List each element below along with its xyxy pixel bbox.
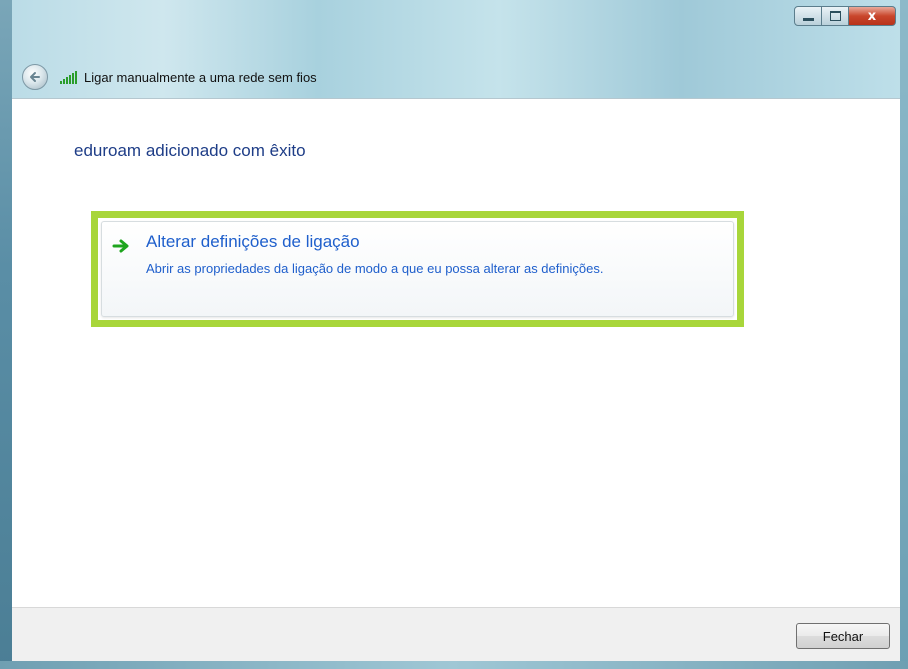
close-button[interactable]: Fechar <box>796 623 890 649</box>
change-connection-settings-option[interactable]: Alterar definições de ligação Abrir as p… <box>101 221 734 317</box>
option-highlight-frame: Alterar definições de ligação Abrir as p… <box>91 211 744 327</box>
maximize-button[interactable] <box>822 6 849 26</box>
close-icon: x <box>867 8 877 24</box>
window-title: Ligar manualmente a uma rede sem fios <box>84 69 317 85</box>
option-description: Abrir as propriedades da ligação de modo… <box>146 261 604 276</box>
navigation-bar: Ligar manualmente a uma rede sem fios <box>12 60 900 94</box>
wireless-signal-icon <box>60 70 78 84</box>
minimize-button[interactable] <box>794 6 822 26</box>
maximize-icon <box>829 11 841 21</box>
close-window-button[interactable]: x <box>849 6 896 26</box>
window-frame-bottom <box>0 661 908 669</box>
window-frame-right <box>900 0 908 669</box>
window-frame-left <box>0 0 12 669</box>
green-arrow-icon <box>112 239 129 253</box>
main-content: eduroam adicionado com êxito Alterar def… <box>12 98 900 608</box>
page-heading: eduroam adicionado com êxito <box>74 141 306 160</box>
window-controls: x <box>794 6 896 26</box>
back-button[interactable] <box>22 64 48 90</box>
dialog-footer: Fechar <box>12 607 900 661</box>
back-arrow-icon <box>30 72 40 82</box>
minimize-icon <box>802 17 814 21</box>
option-title: Alterar definições de ligação <box>146 232 360 251</box>
dialog-window: x Ligar manualmente a uma rede sem fios … <box>0 0 908 669</box>
